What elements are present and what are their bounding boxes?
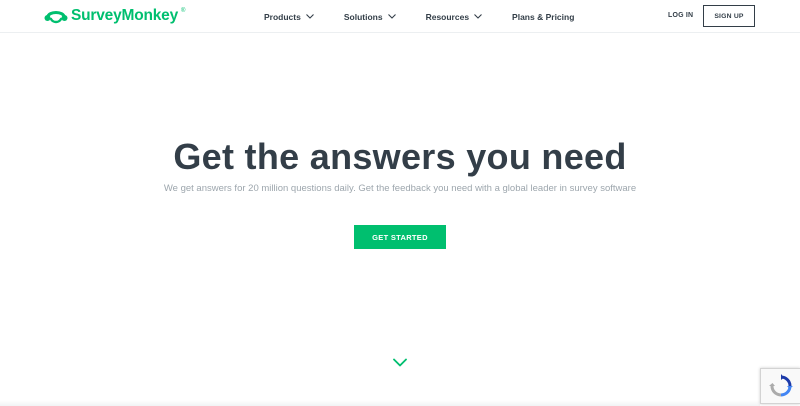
- signup-button[interactable]: SIGN UP: [703, 5, 755, 27]
- nav-products-label: Products: [264, 11, 301, 22]
- logo[interactable]: SurveyMonkey ®: [44, 6, 185, 26]
- recaptcha-badge[interactable]: [760, 368, 800, 404]
- nav-solutions-label: Solutions: [343, 11, 383, 22]
- nav-plans-pricing-label: Plans & Pricing: [512, 11, 575, 22]
- chevron-down-icon: [387, 14, 396, 19]
- chevron-down-icon: [474, 14, 482, 19]
- hero-subtitle: We get answers for 20 million questions …: [163, 183, 637, 194]
- nav-plans-pricing[interactable]: Plans & Pricing: [512, 12, 574, 22]
- surveymonkey-logo-icon: [44, 11, 68, 24]
- chevron-down-icon: [393, 358, 407, 367]
- chevron-down-icon: [305, 14, 314, 19]
- site-header: SurveyMonkey ® Products Solutions Resour…: [0, 0, 800, 33]
- logo-trademark: ®: [181, 8, 186, 14]
- recaptcha-icon: [768, 374, 793, 397]
- nav-resources[interactable]: Resources: [426, 12, 482, 22]
- scroll-down-button[interactable]: [393, 358, 407, 367]
- login-link[interactable]: LOG IN: [668, 12, 693, 19]
- nav-solutions[interactable]: Solutions: [344, 12, 396, 22]
- hero-title: Get the answers you need: [173, 136, 627, 177]
- get-started-button[interactable]: GET STARTED: [354, 225, 446, 249]
- nav-resources-label: Resources: [425, 11, 470, 22]
- nav-products[interactable]: Products: [264, 12, 314, 22]
- section-divider: [0, 400, 760, 406]
- logo-text: SurveyMonkey: [71, 7, 179, 24]
- main-nav: Products Solutions Resources Plans & Pri…: [264, 0, 574, 33]
